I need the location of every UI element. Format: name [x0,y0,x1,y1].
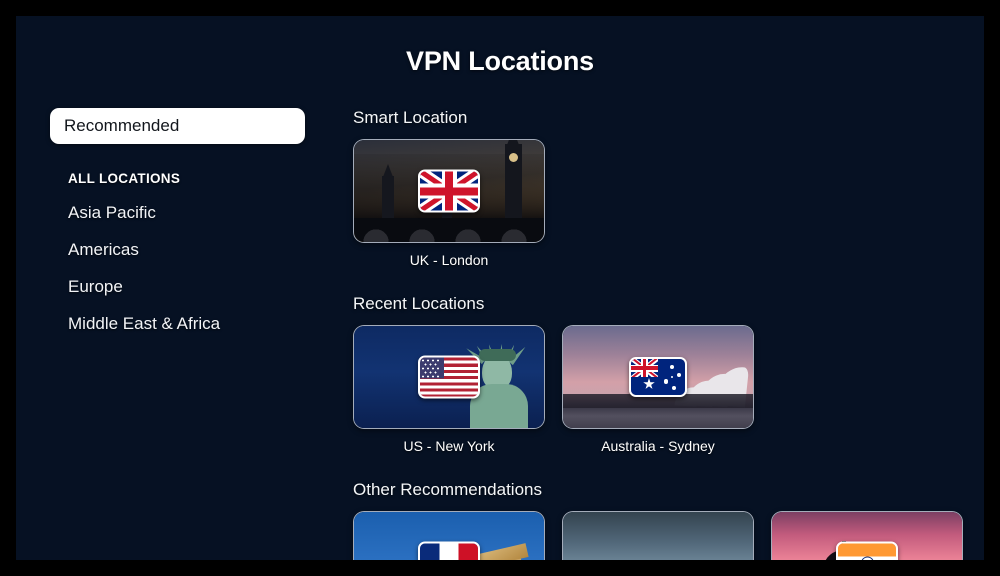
sidebar-item-recommended[interactable]: Recommended [50,108,305,144]
sidebar-item-label: Europe [68,277,123,296]
fr-flag-icon [418,541,480,560]
smart-location-row: UK - London [353,139,984,268]
in-flag-icon [836,541,898,560]
hazy-sky-image [563,512,753,560]
app-screen: VPN Locations Recommended ALL LOCATIONS … [16,16,984,560]
location-tile: US - New York [353,325,545,454]
location-card-label: US - New York [403,438,495,454]
sidebar-item-label: Recommended [64,116,180,135]
location-card-australia-sydney[interactable] [562,325,754,429]
sidebar-item-label: Americas [68,240,139,259]
location-card-label: Australia - Sydney [601,438,715,454]
sidebar-item-label: Middle East & Africa [68,314,221,333]
page-title: VPN Locations [406,46,594,76]
sidebar-item-label: Asia Pacific [68,203,156,222]
location-tile: Australia - Sydney [562,325,754,454]
au-flag-icon [629,357,687,397]
locations-content: Smart Location UK - London Recent Locati… [353,108,984,560]
location-card-label: UK - London [409,252,489,268]
location-card-uk-london[interactable] [353,139,545,243]
other-recommendations-row [353,511,984,560]
sidebar-item-europe[interactable]: Europe [50,277,320,297]
location-tile: UK - London [353,139,545,268]
sidebar-item-asia-pacific[interactable]: Asia Pacific [50,203,320,223]
section-title-recent-locations: Recent Locations [353,294,485,313]
us-flag-icon [418,355,480,399]
location-card-india[interactable] [771,511,963,560]
location-card-france[interactable] [353,511,545,560]
section-title-smart-location: Smart Location [353,108,468,127]
sidebar-group-header: ALL LOCATIONS [68,171,181,186]
location-card-us-new-york[interactable] [353,325,545,429]
location-tile [562,511,754,560]
uk-flag-icon [418,169,480,213]
section-title-other-recommendations: Other Recommendations [353,480,542,499]
location-tile [771,511,963,560]
location-card-unlabeled[interactable] [562,511,754,560]
location-tile [353,511,545,560]
sidebar: Recommended ALL LOCATIONS Asia Pacific A… [50,108,320,334]
recent-locations-row: US - New York Australia - Sydney [353,325,984,454]
sidebar-item-americas[interactable]: Americas [50,240,320,260]
sidebar-item-middle-east-africa[interactable]: Middle East & Africa [50,314,320,334]
